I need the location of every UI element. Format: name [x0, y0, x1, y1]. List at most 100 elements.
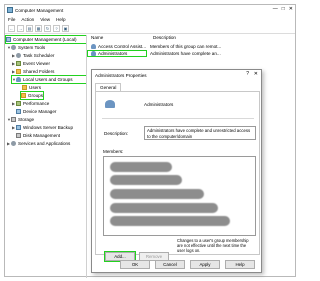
tree-item-storage[interactable]: ▼ Storage: [7, 116, 34, 123]
list-cell-name: Access Control Assist...: [88, 44, 150, 49]
dialog-title: Administrators Properties: [95, 72, 147, 78]
apply-button[interactable]: Apply: [190, 260, 220, 269]
column-header-description[interactable]: Description: [150, 35, 176, 43]
tree-item-label: Shared Folders: [23, 69, 55, 74]
computer-management-icon: [7, 7, 13, 13]
minimize-button[interactable]: —: [273, 6, 278, 12]
tree-item-label: Windows Server Backup: [23, 125, 74, 130]
group-name: Administrators: [144, 102, 174, 107]
computer-management-window: Computer Management — □ ✕ File Action Vi…: [4, 4, 297, 278]
navigation-tree: Computer Management (Local) ▼ System Too…: [5, 35, 87, 278]
list-row[interactable]: Administrators Administrators have compl…: [87, 50, 297, 57]
tree-item-users[interactable]: Users: [22, 84, 41, 91]
tree-item-services-and-applications[interactable]: ▶ Services and Applications: [7, 140, 70, 147]
folder-icon: [22, 85, 27, 90]
list-cell-name: Administrators: [87, 50, 147, 57]
group-icon: [105, 100, 115, 108]
general-panel: Administrators Description: Administrato…: [95, 91, 260, 262]
cancel-button[interactable]: Cancel: [155, 260, 185, 269]
tree-item-label: Disk Management: [23, 133, 61, 138]
tree-item-event-viewer[interactable]: ▶ Event Viewer: [12, 60, 50, 67]
list-cell-description: Members of this group can remot...: [150, 44, 222, 49]
tree-item-windows-server-backup[interactable]: ▶ Windows Server Backup: [12, 124, 73, 131]
group-icon: [91, 51, 96, 56]
users-icon: [16, 77, 21, 82]
menu-view[interactable]: View: [40, 17, 50, 22]
description-field[interactable]: Administrators have complete and unrestr…: [144, 126, 256, 140]
services-icon: [11, 141, 16, 146]
tree-item-label: Local Users and Groups: [23, 77, 73, 82]
close-icon[interactable]: ✕: [254, 71, 258, 77]
dialog-title-bar: Administrators Properties ? ✕: [92, 70, 261, 80]
tree-item-local-users-and-groups[interactable]: ▼ Local Users and Groups: [11, 75, 86, 84]
divider: [102, 118, 254, 119]
tab-general[interactable]: General: [95, 83, 122, 91]
tree-item-label: Groups: [27, 93, 43, 98]
tree-root-computer-management[interactable]: Computer Management (Local): [5, 35, 86, 44]
group-icon: [91, 44, 96, 49]
window-title: Computer Management: [15, 7, 64, 13]
refresh-icon[interactable]: ↻: [44, 24, 51, 32]
menu-help[interactable]: Help: [56, 17, 65, 22]
tree-item-label: System Tools: [18, 45, 46, 50]
close-button[interactable]: ✕: [289, 6, 293, 12]
tree-item-device-manager[interactable]: Device Manager: [16, 108, 56, 115]
tree-item-label: Storage: [18, 117, 35, 122]
forward-icon[interactable]: →: [17, 24, 24, 32]
tree-item-disk-management[interactable]: Disk Management: [16, 132, 60, 139]
list-header: Name Description: [88, 35, 297, 43]
folder-icon: [21, 93, 26, 98]
tree-item-shared-folders[interactable]: ▶ Shared Folders: [12, 68, 54, 75]
tree-item-label: Task Scheduler: [23, 53, 55, 58]
clock-icon: [16, 53, 21, 58]
tree-item-groups[interactable]: Groups: [20, 91, 44, 100]
column-header-name[interactable]: Name: [88, 35, 150, 43]
window-controls: — □ ✕: [273, 6, 293, 12]
redacted-member: [110, 203, 218, 213]
properties-icon[interactable]: ▦: [35, 24, 42, 32]
tree-item-label: Services and Applications: [18, 141, 71, 146]
device-icon: [16, 109, 21, 114]
list-cell-description: Administrators have complete an...: [150, 51, 221, 56]
tree-item-system-tools[interactable]: ▼ System Tools: [7, 44, 45, 51]
folder-icon: [16, 69, 21, 74]
help-icon[interactable]: ?: [246, 71, 249, 77]
redacted-member: [110, 175, 182, 185]
menu-bar: File Action View Help: [5, 15, 295, 23]
administrators-properties-dialog: Administrators Properties ? ✕ General Ad…: [91, 69, 262, 273]
tree-item-label: Computer Management (Local): [13, 37, 77, 42]
toolbar: ← → ▤ ▦ ↻ ? ▣: [5, 23, 295, 34]
menu-action[interactable]: Action: [21, 17, 34, 22]
members-list[interactable]: [103, 156, 256, 236]
disk-icon: [16, 133, 21, 138]
storage-icon: [11, 117, 16, 122]
members-label: Members:: [103, 149, 124, 154]
backup-icon: [16, 125, 21, 130]
tree-item-performance[interactable]: ▶ Performance: [12, 100, 49, 107]
list-cell-name-text: Administrators: [98, 51, 128, 56]
gear-icon: [11, 45, 16, 50]
help-icon[interactable]: ?: [53, 24, 60, 32]
tree-item-label: Device Manager: [23, 109, 57, 114]
back-icon[interactable]: ←: [8, 24, 15, 32]
export-icon[interactable]: ▣: [62, 24, 69, 32]
redacted-member: [110, 216, 230, 226]
ok-button[interactable]: OK: [120, 260, 150, 269]
menu-file[interactable]: File: [8, 17, 15, 22]
event-icon: [16, 61, 21, 66]
membership-note: Changes to a user's group membership are…: [177, 238, 249, 253]
description-label: Description:: [104, 131, 129, 136]
tree-item-label: Event Viewer: [23, 61, 50, 66]
performance-icon: [16, 101, 21, 106]
show-hide-tree-icon[interactable]: ▤: [26, 24, 33, 32]
list-row[interactable]: Access Control Assist... Members of this…: [88, 43, 297, 50]
help-button[interactable]: Help: [225, 260, 255, 269]
tree-item-task-scheduler[interactable]: ▶ Task Scheduler: [12, 52, 54, 59]
computer-icon: [6, 37, 11, 42]
list-cell-name-text: Access Control Assist...: [98, 44, 146, 49]
tree-item-label: Users: [29, 85, 41, 90]
maximize-button[interactable]: □: [282, 6, 285, 12]
title-bar: Computer Management — □ ✕: [5, 5, 295, 15]
redacted-member: [110, 162, 172, 172]
redacted-member: [110, 189, 204, 199]
